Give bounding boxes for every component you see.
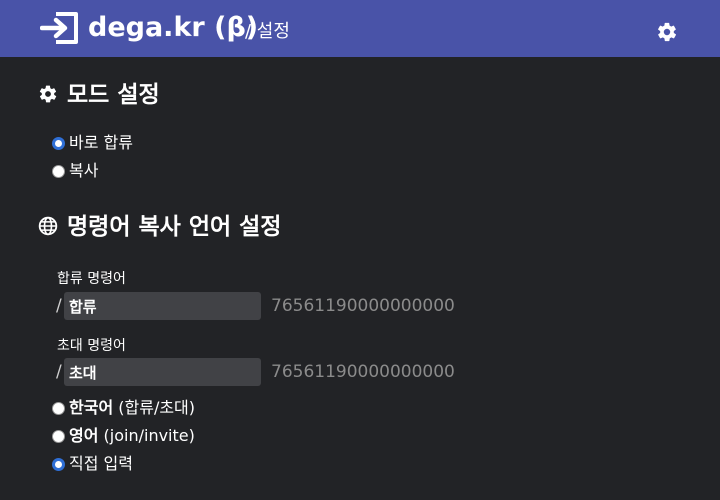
option-detail: (join/invite) <box>98 426 195 445</box>
app-title[interactable]: dega.kr (β) <box>88 11 258 45</box>
radio-button[interactable] <box>52 165 65 178</box>
gear-icon <box>39 85 57 103</box>
breadcrumb: / 설정 <box>245 21 290 42</box>
command-prefix: / <box>56 296 62 316</box>
radio-button[interactable] <box>52 137 65 150</box>
join-command-input[interactable] <box>64 292 261 320</box>
radio-label: 바로 합류 <box>69 133 133 152</box>
option-name: 영어 <box>69 426 99 445</box>
radio-button[interactable] <box>52 402 65 415</box>
steam-id-example: 76561190000000000 <box>271 362 455 382</box>
option-name: 한국어 <box>69 398 114 417</box>
radio-button[interactable] <box>52 458 65 471</box>
section-heading: 명령어 복사 언어 설정 <box>67 214 282 240</box>
login-icon <box>40 12 78 44</box>
steam-id-example: 76561190000000000 <box>271 296 455 316</box>
header-bar: dega.kr (β) / 설정 <box>0 0 720 57</box>
option-detail: (합류/초대) <box>113 398 196 417</box>
radio-label: 복사 <box>69 161 99 180</box>
gear-icon[interactable] <box>656 21 678 43</box>
section-heading: 모드 설정 <box>67 82 160 108</box>
join-command-label: 합류 명령어 <box>57 271 126 287</box>
radio-button[interactable] <box>52 430 65 443</box>
invite-command-label: 초대 명령어 <box>57 338 126 354</box>
invite-command-input[interactable] <box>64 358 261 386</box>
command-prefix: / <box>56 362 62 382</box>
radio-label: 직접 입력 <box>69 454 133 473</box>
globe-icon <box>38 216 58 236</box>
